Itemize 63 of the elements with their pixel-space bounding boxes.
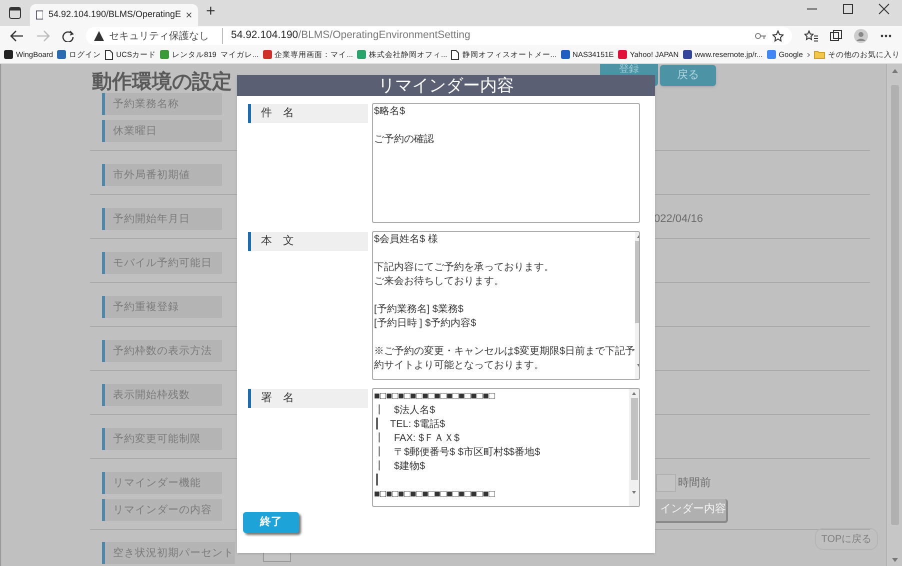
text-line: [予約日時 ] $予約内容$ — [374, 317, 478, 331]
setting-label: 予約業務名称 — [102, 93, 222, 115]
date-value: 022/04/16 — [654, 212, 703, 227]
text-line: ┃ FAX: $ＦＡＸ$ — [374, 432, 461, 446]
setting-label: 予約変更可能制限 — [102, 428, 222, 450]
field-label: 本 文 — [248, 232, 368, 251]
unit-label: 時間前 — [678, 476, 711, 491]
textarea-field[interactable]: $略名$ ご予約の確認 — [372, 103, 640, 223]
text-line: ご来会お待ちしております。 — [374, 275, 505, 289]
text-line: ※ご予約の変更・キャンセルは$変更期限$日前まで下記予 — [374, 344, 636, 359]
security-label: セキュリティ保護なし — [109, 30, 209, 44]
text-line: ┃ TEL: $電話$ — [374, 418, 446, 432]
field-label: 署 名 — [248, 389, 368, 408]
new-tab-button[interactable]: + — [206, 0, 216, 24]
dialog-title: リマインダー内容 — [237, 75, 655, 96]
text-line: 約サイトより可能となっております。 — [374, 359, 545, 373]
browser-tab[interactable]: 54.92.104.190/BLMS/OperatingE — [30, 4, 198, 26]
setting-label: 休業曜日 — [102, 120, 222, 142]
setting-label: モバイル予約可能日 — [102, 252, 222, 274]
text-line: ┃ — [374, 474, 381, 488]
avatar-icon[interactable] — [854, 29, 868, 43]
favorite-add-icon[interactable] — [772, 30, 784, 42]
field-label: 件 名 — [248, 104, 368, 123]
url-text: 54.92.104.190/BLMS/OperatingEnvironmentSetting — [222, 28, 470, 44]
address-bar[interactable]: セキュリティ保護なし 54.92.104.190/BLMS/OperatingEnvironmentSetting — [86, 27, 792, 45]
tabs-icon[interactable] — [8, 6, 22, 20]
tab-title: 54.92.104.190/BLMS/OperatingE — [48, 8, 182, 22]
key-icon[interactable] — [755, 31, 767, 41]
text-line: [予約業務名] $業務$ — [374, 302, 464, 317]
text-line: ■□■□■□■□■□■□■□■□■□■□ — [374, 390, 496, 404]
page-title: 動作環境の設定 — [92, 70, 232, 95]
textarea-field[interactable]: ■□■□■□■□■□■□■□■□■□■□ ┃ $法人名$ ┃ TEL: $電話$ ┃ FAX: $ＦＡＸ$ ┃ 〒$郵便番号$ $市区町村$$番地$ ┃ $建物$ ┃ ■□■□■□■□■□■□■□■□■□■□ — [372, 388, 640, 507]
setting-label: 表示開始枠残数 — [102, 384, 222, 406]
setting-label: 市外局番初期値 — [102, 164, 222, 186]
text-line: $略名$ — [374, 105, 406, 119]
setting-label: 空き状況初期パーセント — [102, 542, 235, 564]
text-line: ┃ $法人名$ — [374, 404, 436, 418]
page-icon[interactable] — [36, 9, 44, 21]
setting-label: リマインダー機能 — [102, 472, 222, 494]
text-line: $会員姓名$ 様 — [374, 233, 439, 247]
more-icon[interactable] — [880, 34, 892, 38]
warning-icon[interactable] — [94, 31, 104, 41]
setting-label: 予約枠数の表示方法 — [102, 340, 222, 362]
back-icon[interactable] — [10, 30, 24, 42]
reload-icon[interactable] — [62, 30, 74, 42]
favorites-icon[interactable] — [804, 30, 818, 42]
scroll-down-icon[interactable] — [892, 558, 898, 562]
text-line: ┃ $建物$ — [374, 460, 426, 474]
hours-field[interactable] — [656, 474, 676, 492]
text-line: 下記内容にてご予約を承っております。 — [374, 260, 555, 275]
close-icon[interactable] — [186, 11, 192, 19]
text-line: ■□■□■□■□■□■□■□■□■□■□ — [374, 488, 496, 502]
page-icon[interactable] — [105, 50, 114, 60]
setting-label: リマインダーの内容 — [102, 499, 222, 521]
setting-label: 予約開始年月日 — [102, 208, 222, 230]
collections-icon[interactable] — [830, 30, 842, 42]
setting-label: 予約重複登録 — [102, 296, 222, 318]
textarea-field[interactable]: $会員姓名$ 様 下記内容にてご予約を承っております。 ご来会お待ちしております。 [予約業務名] $業務$ [予約日時 ] $予約内容$ ※ご予約の変更・キャンセルは$変更期限$日前まで下記予 約サイトより可能となっております。 — [372, 231, 640, 380]
scroll-down-icon[interactable] — [632, 491, 636, 494]
page-icon[interactable] — [451, 50, 460, 60]
text-line: ご予約の確認 — [374, 132, 435, 147]
text-line: ┃ 〒$郵便番号$ $市区町村$$番地$ — [374, 446, 542, 460]
chevron-icon[interactable] — [806, 50, 810, 58]
